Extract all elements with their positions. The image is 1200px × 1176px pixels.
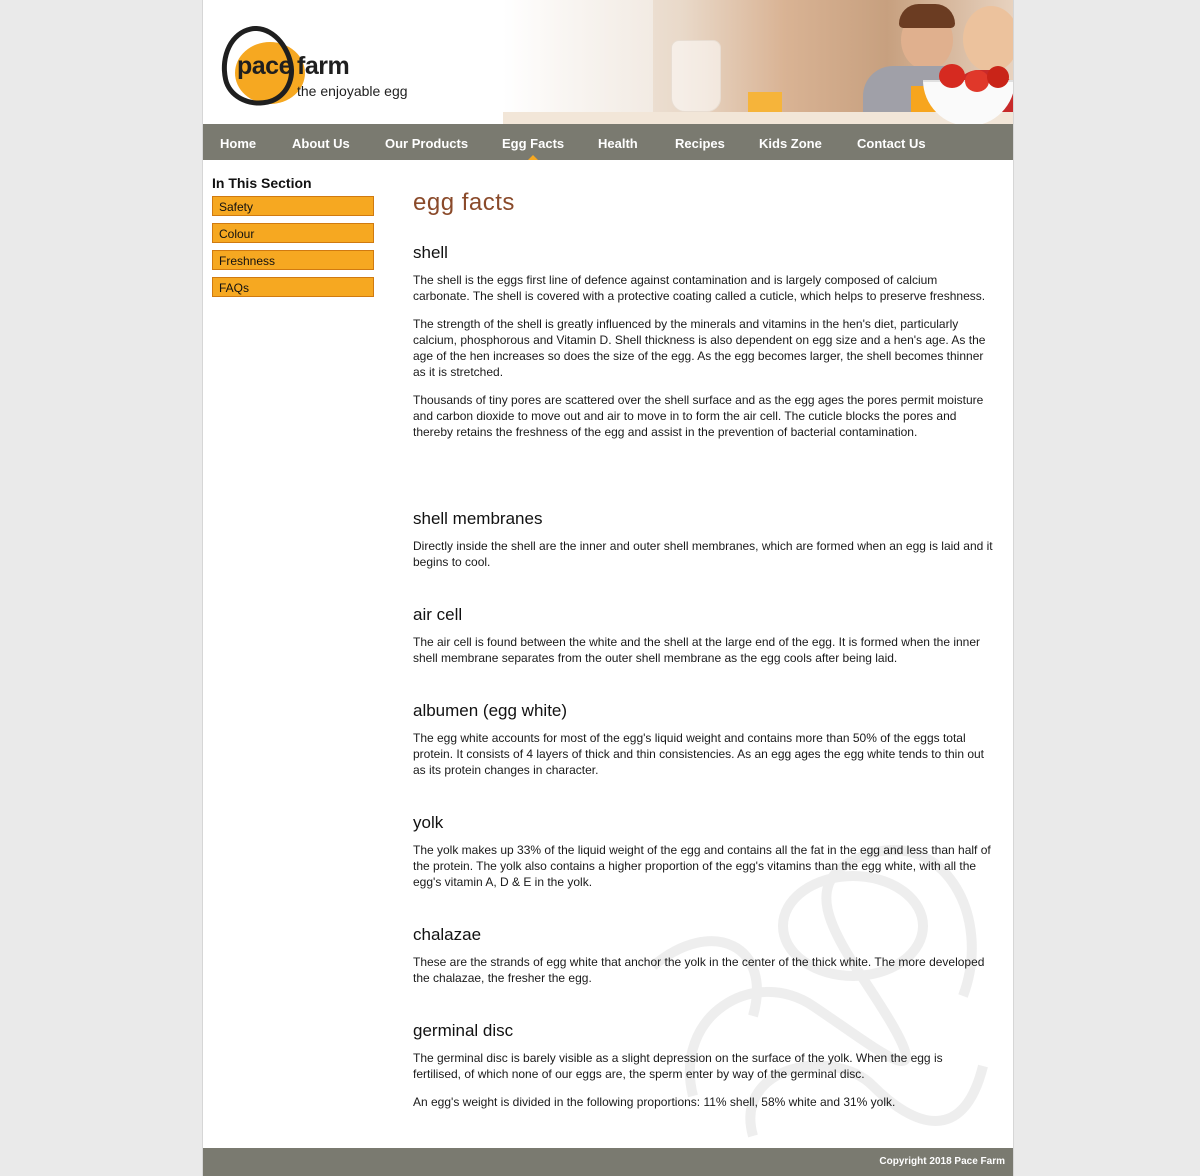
section-shell-membranes: shell membranes Directly inside the shel… <box>413 508 993 570</box>
photo-girl-head <box>963 6 1013 72</box>
paragraph: These are the strands of egg white that … <box>413 955 985 985</box>
logo-word-pace: pace <box>237 52 292 80</box>
main-nav: Home About Us Our Products Egg Facts Hea… <box>203 124 1013 160</box>
nav-egg-facts[interactable]: Egg Facts <box>502 124 564 160</box>
main-content: egg facts shell The shell is the eggs fi… <box>413 186 993 1109</box>
paragraph: The air cell is found between the white … <box>413 635 981 665</box>
nav-home[interactable]: Home <box>220 124 256 160</box>
photo-boy-hair <box>899 4 955 28</box>
nav-health[interactable]: Health <box>598 124 638 160</box>
section-chalazae: chalazae These are the strands of egg wh… <box>413 924 993 986</box>
copyright-text: Copyright 2018 Pace Farm <box>879 1156 1005 1167</box>
active-indicator-arrow <box>528 155 539 160</box>
nav-our-products[interactable]: Our Products <box>385 124 468 160</box>
page-title: egg facts <box>413 189 515 216</box>
paragraph: The egg white accounts for most of the e… <box>413 731 985 777</box>
pace-farm-logo[interactable]: pace farm the enjoyable egg <box>213 19 437 113</box>
section-heading: shell <box>413 243 448 262</box>
paragraph: Thousands of tiny pores are scattered ov… <box>413 393 984 439</box>
nav-egg-facts-label: Egg Facts <box>502 136 565 151</box>
section-albumen: albumen (egg white) The egg white accoun… <box>413 700 993 778</box>
paragraph: The yolk makes up 33% of the liquid weig… <box>413 843 991 889</box>
section-air-cell: air cell The air cell is found between t… <box>413 604 993 666</box>
paragraph: An egg's weight is divided in the follow… <box>413 1095 896 1109</box>
logo-tagline: the enjoyable egg <box>297 83 408 99</box>
sidebar-item-freshness[interactable]: Freshness <box>212 250 374 270</box>
nav-kids-zone[interactable]: Kids Zone <box>759 124 822 160</box>
section-heading: germinal disc <box>413 1021 514 1040</box>
sidebar-item-safety[interactable]: Safety <box>212 196 374 216</box>
header: pace farm the enjoyable egg <box>203 0 1013 124</box>
photo-jug <box>671 40 721 112</box>
photo-window-light <box>503 0 653 124</box>
sidebar-title: In This Section <box>212 175 312 191</box>
section-heading: air cell <box>413 605 463 624</box>
paragraph: The germinal disc is barely visible as a… <box>413 1051 943 1081</box>
section-heading: albumen (egg white) <box>413 701 568 720</box>
section-heading: chalazae <box>413 925 482 944</box>
header-photo-kids-breakfast <box>503 0 1013 124</box>
section-germinal-disc: germinal disc The germinal disc is barel… <box>413 1020 993 1110</box>
section-heading: yolk <box>413 813 444 832</box>
paragraph: The strength of the shell is greatly inf… <box>413 317 986 379</box>
nav-recipes[interactable]: Recipes <box>675 124 725 160</box>
photo-tomato-3 <box>987 66 1009 88</box>
sidebar: In This Section Safety Colour Freshness … <box>212 174 376 304</box>
section-shell: shell The shell is the eggs first line o… <box>413 242 993 440</box>
footer: Copyright 2018 Pace Farm <box>203 1148 1013 1176</box>
sidebar-item-colour[interactable]: Colour <box>212 223 374 243</box>
photo-tomato-2 <box>965 70 989 92</box>
sidebar-item-faqs[interactable]: FAQs <box>212 277 374 297</box>
paragraph: Directly inside the shell are the inner … <box>413 539 993 569</box>
page: pace farm the enjoyable egg Home About U… <box>202 0 1014 1176</box>
nav-contact-us[interactable]: Contact Us <box>857 124 926 160</box>
photo-tomato-1 <box>939 64 965 88</box>
section-yolk: yolk The yolk makes up 33% of the liquid… <box>413 812 993 890</box>
logo-word-farm: farm <box>297 52 350 80</box>
nav-about-us[interactable]: About Us <box>292 124 350 160</box>
section-heading: shell membranes <box>413 509 543 528</box>
paragraph: The shell is the eggs first line of defe… <box>413 273 986 303</box>
